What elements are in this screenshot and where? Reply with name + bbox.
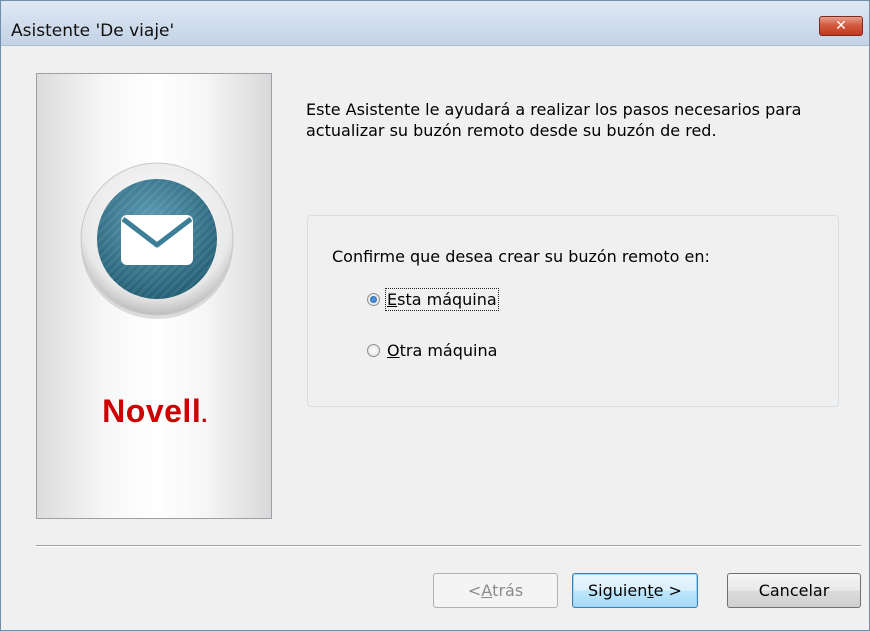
novell-logo: Novell. xyxy=(37,393,273,430)
window-title: Asistente 'De viaje' xyxy=(11,21,175,41)
intro-text: Este Asistente le ayudará a realizar los… xyxy=(306,100,802,140)
side-banner: Novell. xyxy=(36,73,272,519)
option-this-machine-label: Esta máquina xyxy=(385,288,499,311)
option-other-machine-label: Otra máquina xyxy=(387,341,498,360)
next-button[interactable]: Siguien t e > xyxy=(572,573,698,608)
option-this-machine[interactable]: Esta máquina xyxy=(367,288,499,311)
location-prompt: Confirme que desea crear su buzón remoto… xyxy=(332,247,710,266)
mail-envelope-icon xyxy=(80,162,234,319)
radio-selected-icon[interactable] xyxy=(367,293,380,306)
brand-text: Novell xyxy=(102,393,202,429)
location-group-box xyxy=(307,215,839,407)
close-button[interactable]: ✕ xyxy=(819,16,863,36)
brand-dot: . xyxy=(201,402,208,427)
option-other-machine[interactable]: Otra máquina xyxy=(367,341,497,360)
close-icon: ✕ xyxy=(835,18,847,34)
cancel-button[interactable]: Cancelar xyxy=(727,573,861,608)
radio-unselected-icon[interactable] xyxy=(367,344,380,357)
footer-separator xyxy=(36,545,861,547)
back-button[interactable]: < Atrás xyxy=(433,573,558,608)
title-bar[interactable]: Asistente 'De viaje' ✕ xyxy=(1,1,869,46)
wizard-window: Asistente 'De viaje' ✕ Novell. Este Asis… xyxy=(0,0,870,631)
